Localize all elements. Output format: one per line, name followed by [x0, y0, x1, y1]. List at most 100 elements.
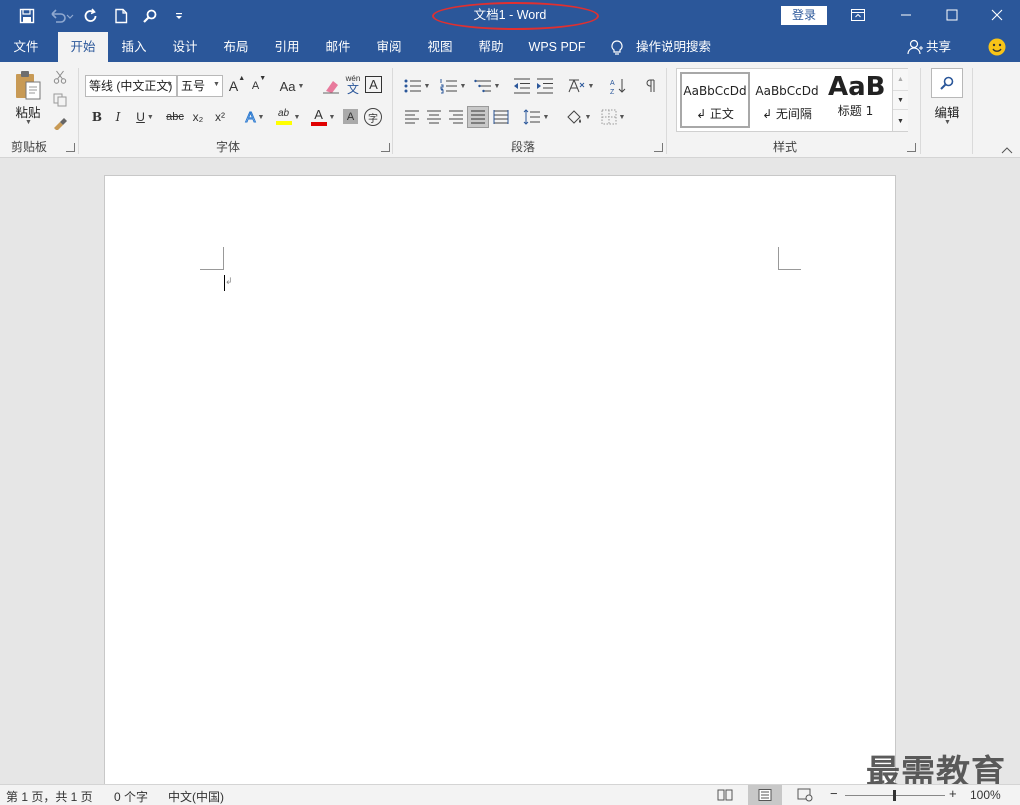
- style-heading-1[interactable]: AaBb 标题 1: [824, 72, 887, 128]
- font-color-icon: A: [314, 107, 323, 122]
- grow-font-icon: A: [228, 78, 239, 94]
- tab-mailings[interactable]: 邮件: [316, 32, 360, 62]
- zoom-out-button[interactable]: −: [830, 786, 838, 801]
- maximize-icon[interactable]: [929, 0, 975, 30]
- numbering-button[interactable]: ▼: [437, 75, 469, 97]
- print-layout-icon[interactable]: [748, 785, 782, 805]
- close-icon[interactable]: [974, 0, 1020, 30]
- save-icon[interactable]: [16, 6, 38, 26]
- font-dialog-launcher[interactable]: [381, 143, 390, 152]
- group-separator: [920, 68, 921, 154]
- zoom-slider-thumb[interactable]: [893, 790, 896, 801]
- tell-me-search[interactable]: 操作说明搜索: [636, 32, 711, 62]
- undo-icon[interactable]: [46, 6, 76, 26]
- tab-help[interactable]: 帮助: [469, 32, 513, 62]
- sort-icon[interactable]: AZ: [607, 75, 629, 97]
- styles-more-icon[interactable]: ▼: [893, 111, 908, 131]
- italic-button[interactable]: I: [109, 106, 127, 128]
- style-no-spacing[interactable]: AaBbCcDd ↲ 无间隔: [752, 72, 822, 128]
- shading-button[interactable]: ▼: [562, 106, 594, 128]
- strikethrough-button[interactable]: abc: [164, 106, 186, 128]
- read-mode-icon[interactable]: [715, 787, 735, 803]
- change-case-button[interactable]: Aa ▼: [278, 75, 306, 97]
- tab-home[interactable]: 开始: [58, 32, 108, 62]
- font-name-select[interactable]: 等线 (中文正文): [85, 75, 177, 97]
- phonetic-guide-char: 文: [346, 82, 359, 96]
- styles-scroll-down-icon[interactable]: ▼: [893, 90, 908, 110]
- chinese-layout-button[interactable]: ▼: [565, 75, 597, 97]
- tab-wps-pdf[interactable]: WPS PDF: [522, 32, 592, 62]
- justify-icon[interactable]: [467, 106, 489, 128]
- grow-font-button[interactable]: A ▲: [228, 75, 246, 97]
- underline-button[interactable]: U ▼: [131, 106, 159, 128]
- tab-references[interactable]: 引用: [265, 32, 309, 62]
- smiley-feedback-icon[interactable]: [988, 38, 1006, 56]
- font-color-button[interactable]: A ▼: [307, 106, 339, 128]
- styles-dialog-launcher[interactable]: [907, 143, 916, 152]
- borders-button[interactable]: ▼: [597, 106, 629, 128]
- zoom-level[interactable]: 100%: [970, 788, 1001, 802]
- style-normal[interactable]: AaBbCcDd ↲ 正文: [680, 72, 750, 128]
- share-person-icon[interactable]: [907, 39, 923, 55]
- format-painter-icon[interactable]: [50, 114, 70, 132]
- document-page[interactable]: ↲: [104, 175, 896, 787]
- clear-formatting-icon[interactable]: [321, 75, 341, 97]
- distributed-icon[interactable]: [490, 106, 512, 128]
- group-separator: [972, 68, 973, 154]
- tab-file[interactable]: 文件: [0, 32, 52, 62]
- cut-scissors-icon[interactable]: [50, 68, 70, 86]
- editing-button[interactable]: 编辑 ▼: [927, 68, 967, 130]
- enclose-characters-button[interactable]: 字: [364, 108, 382, 126]
- tab-layout[interactable]: 布局: [214, 32, 258, 62]
- character-border-button[interactable]: A: [365, 76, 382, 93]
- align-left-icon[interactable]: [401, 106, 423, 128]
- character-shading-button[interactable]: A: [343, 109, 358, 124]
- bold-button[interactable]: B: [88, 106, 106, 128]
- redo-icon[interactable]: [80, 6, 102, 26]
- shrink-font-button[interactable]: A ▼: [250, 75, 268, 97]
- multilevel-list-button[interactable]: ▼: [471, 75, 503, 97]
- decrease-indent-icon[interactable]: [511, 75, 533, 97]
- title-annotation-ellipse: [432, 2, 599, 30]
- customize-quick-access-icon[interactable]: [168, 6, 190, 26]
- line-spacing-button[interactable]: ▼: [521, 106, 551, 128]
- font-name-dropdown-arrow[interactable]: ▼: [166, 81, 173, 88]
- paste-dropdown-arrow: ▼: [25, 119, 32, 126]
- copy-icon[interactable]: [50, 91, 70, 109]
- web-layout-icon[interactable]: [795, 787, 815, 803]
- share-button[interactable]: 共享: [926, 32, 951, 62]
- tab-insert[interactable]: 插入: [112, 32, 156, 62]
- styles-gallery-scroll: ▲ ▼ ▼: [892, 69, 908, 131]
- increase-indent-icon[interactable]: [534, 75, 556, 97]
- margin-corner-top-right-h: [778, 269, 801, 270]
- collapse-ribbon-icon[interactable]: [1001, 144, 1013, 154]
- ribbon-display-options-icon[interactable]: [835, 0, 881, 30]
- new-document-icon[interactable]: [110, 6, 132, 26]
- word-count[interactable]: 0 个字: [114, 788, 148, 805]
- change-case-icon: Aa: [279, 78, 296, 94]
- clipboard-dialog-launcher[interactable]: [66, 143, 75, 152]
- align-right-icon[interactable]: [445, 106, 467, 128]
- tab-review[interactable]: 审阅: [367, 32, 411, 62]
- font-size-dropdown-arrow[interactable]: ▼: [213, 81, 220, 88]
- paragraph-dialog-launcher[interactable]: [654, 143, 663, 152]
- page-count[interactable]: 第 1 页，共 1 页: [6, 788, 93, 805]
- superscript-button[interactable]: x²: [210, 106, 230, 128]
- zoom-in-button[interactable]: +: [949, 786, 957, 801]
- subscript-button[interactable]: x₂: [188, 106, 208, 128]
- show-hide-marks-icon[interactable]: [639, 75, 661, 97]
- find-icon[interactable]: [139, 6, 161, 26]
- paste-button[interactable]: 粘贴 ▼: [10, 68, 46, 130]
- paint-bucket-icon: [566, 110, 581, 124]
- styles-scroll-up-icon[interactable]: ▲: [893, 69, 908, 89]
- tab-view[interactable]: 视图: [418, 32, 462, 62]
- align-center-icon[interactable]: [423, 106, 445, 128]
- language-indicator[interactable]: 中文(中国): [168, 788, 224, 805]
- minimize-icon[interactable]: [883, 0, 929, 30]
- text-effects-button[interactable]: A ▼: [240, 106, 270, 128]
- login-button[interactable]: 登录: [781, 6, 827, 25]
- tab-design[interactable]: 设计: [163, 32, 207, 62]
- text-highlight-button[interactable]: ab ▼: [272, 106, 304, 128]
- phonetic-guide-button[interactable]: wén 文: [343, 73, 363, 97]
- bullets-button[interactable]: ▼: [401, 75, 433, 97]
